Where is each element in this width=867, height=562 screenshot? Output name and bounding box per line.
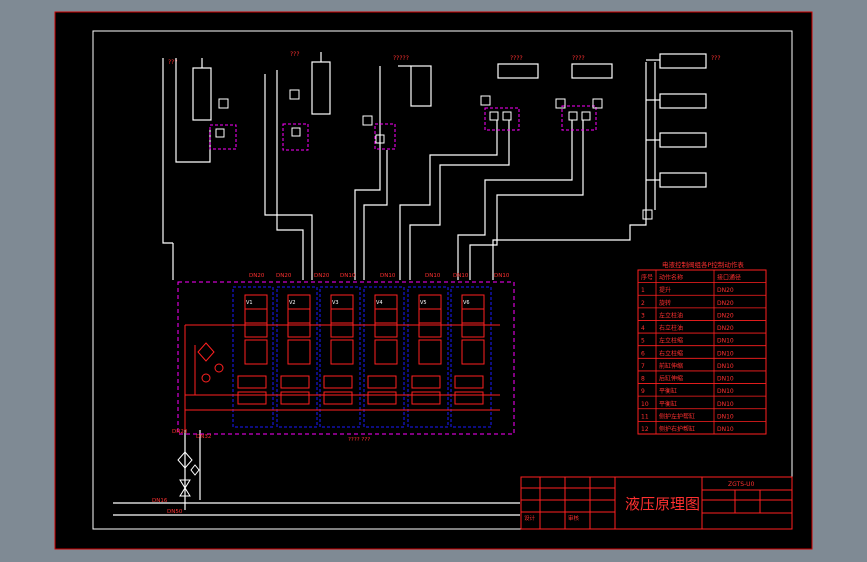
table-cell: 10	[641, 401, 649, 408]
canvas-background	[55, 12, 812, 549]
table-cell: 5	[641, 338, 645, 345]
table-cell: 平衡缸	[659, 400, 677, 408]
table-cell: 8	[641, 376, 645, 383]
table-cell: DN10	[717, 401, 734, 408]
port-label: DN20	[249, 273, 265, 279]
table-cell: 7	[641, 363, 645, 370]
table-cell: 11	[641, 413, 649, 420]
table-cell: 前缸伸缩	[659, 362, 683, 370]
table-header-cell: 动作名称	[659, 274, 683, 282]
table-cell: 右立柱油	[659, 324, 683, 332]
table-title: 电液控制阀组各P控制动作表	[662, 260, 744, 269]
valve-label: V4	[376, 300, 383, 306]
table-cell: 后缸伸缩	[659, 375, 683, 383]
port-label: DN10	[380, 273, 396, 279]
table-cell: DN10	[717, 388, 734, 395]
table-cell: DN10	[717, 413, 734, 420]
table-cell: DN20	[717, 312, 734, 319]
table-cell: 右立柱缩	[659, 349, 683, 357]
drawing-title: 液压原理图	[625, 495, 700, 513]
main-pipe-label: DN16	[152, 498, 168, 504]
table-cell: DN20	[717, 300, 734, 307]
designer-label: 设计	[524, 514, 536, 522]
port-label: DN10	[494, 273, 510, 279]
table-cell: DN10	[717, 376, 734, 383]
cyl-label-5: ????	[572, 55, 585, 62]
table-cell: 左立柱油	[659, 311, 683, 319]
port-label: DN10	[453, 273, 469, 279]
valve-label: V6	[463, 300, 470, 306]
table-cell: DN10	[717, 338, 734, 345]
pump-pipe-label: DN20	[172, 429, 188, 435]
cyl-label-3: ?????	[393, 55, 409, 62]
valve-label: V3	[332, 300, 339, 306]
cyl-label-4: ????	[510, 55, 523, 62]
table-cell: 1	[641, 287, 645, 294]
table-cell: DN20	[717, 325, 734, 332]
return-pipe-label: DN50	[167, 509, 183, 515]
drawing-number: ZGTS-U0	[728, 481, 755, 488]
table-header-cell: 接口通径	[717, 274, 741, 282]
cyl-label-2: ???	[290, 51, 300, 58]
table-cell: 12	[641, 426, 649, 433]
port-label: DN20	[276, 273, 292, 279]
table-cell: 侧护左护帮缸	[659, 412, 695, 420]
check-label: 审核	[568, 514, 580, 522]
cyl-label-6: ???	[711, 55, 721, 62]
hydraulic-schematic-drawing: ??? ??? ????? ???? ???? ??? DN20 DN20 DN…	[54, 11, 813, 550]
table-cell: DN10	[717, 350, 734, 357]
valve-label: V5	[420, 300, 427, 306]
table-cell: 3	[641, 312, 645, 319]
relief-pipe-label: DN32	[196, 434, 211, 440]
port-label: DN10	[425, 273, 441, 279]
table-cell: DN20	[717, 287, 734, 294]
table-cell: 6	[641, 350, 645, 357]
valve-label: V2	[289, 300, 296, 306]
table-cell: 侧护右护帮缸	[659, 425, 695, 433]
valve-block-label: ???? ???	[348, 437, 370, 443]
valve-label: V1	[246, 300, 253, 306]
table-cell: DN10	[717, 363, 734, 370]
table-cell: 提升	[659, 286, 671, 294]
table-cell: DN10	[717, 426, 734, 433]
table-cell: 左立柱缩	[659, 337, 683, 345]
table-cell: 2	[641, 300, 645, 307]
port-label: DN20	[314, 273, 330, 279]
table-cell: 旋转	[659, 299, 671, 307]
table-cell: 平衡缸	[659, 387, 677, 395]
table-cell: 4	[641, 325, 645, 332]
table-header-cell: 序号	[641, 274, 653, 282]
port-label: DN10	[340, 273, 356, 279]
table-cell: 9	[641, 388, 645, 395]
